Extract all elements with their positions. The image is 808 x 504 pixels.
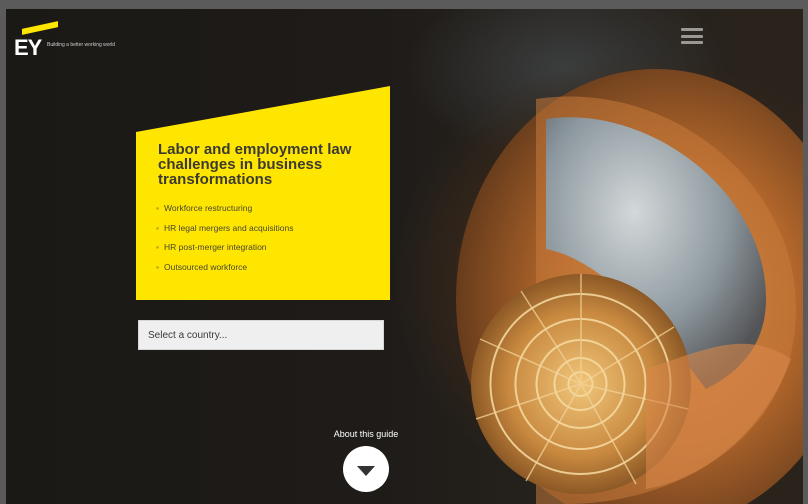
country-select[interactable]: Select a country... bbox=[138, 320, 384, 350]
about-guide-button[interactable] bbox=[343, 446, 389, 492]
logo-text: EY bbox=[14, 35, 42, 60]
list-item-label: HR post-merger integration bbox=[164, 242, 267, 252]
bullet-icon: ▪ bbox=[156, 242, 160, 252]
list-item: ▪ HR post-merger integration bbox=[156, 242, 293, 262]
list-item-label: Workforce restructuring bbox=[164, 203, 253, 213]
hero-topic-list: ▪ Workforce restructuring ▪ HR legal merge… bbox=[156, 203, 293, 281]
logo-tagline: Building a better working world bbox=[47, 42, 116, 48]
about-guide-label[interactable]: About this guide bbox=[316, 429, 416, 439]
page-canvas: EY Building a better working world Labor… bbox=[6, 9, 803, 504]
list-item: ▪ Outsourced workforce bbox=[156, 262, 293, 282]
list-item-label: Outsourced workforce bbox=[164, 261, 248, 272]
bullet-icon: ▪ bbox=[156, 261, 160, 272]
list-item: ▪ HR legal mergers and acquisitions bbox=[156, 223, 293, 243]
country-select-placeholder: Select a country... bbox=[148, 329, 228, 341]
ey-logo[interactable]: EY Building a better working world bbox=[14, 19, 116, 69]
bullet-icon: ▪ bbox=[156, 222, 160, 233]
hero-title: Labor and employment law challenges in b… bbox=[158, 141, 352, 188]
hero-card: Labor and employment law challenges in b… bbox=[136, 86, 390, 300]
logo-beam bbox=[22, 21, 58, 35]
menu-bar bbox=[681, 34, 703, 38]
menu-bar bbox=[681, 28, 703, 31]
list-item-label: HR legal mergers and acquisitions bbox=[164, 222, 294, 233]
hamburger-menu-icon[interactable] bbox=[681, 28, 703, 44]
list-item: ▪ Workforce restructuring bbox=[156, 203, 293, 223]
chevron-down-icon bbox=[357, 465, 375, 476]
menu-bar bbox=[681, 41, 703, 44]
bullet-icon: ▪ bbox=[156, 203, 160, 213]
